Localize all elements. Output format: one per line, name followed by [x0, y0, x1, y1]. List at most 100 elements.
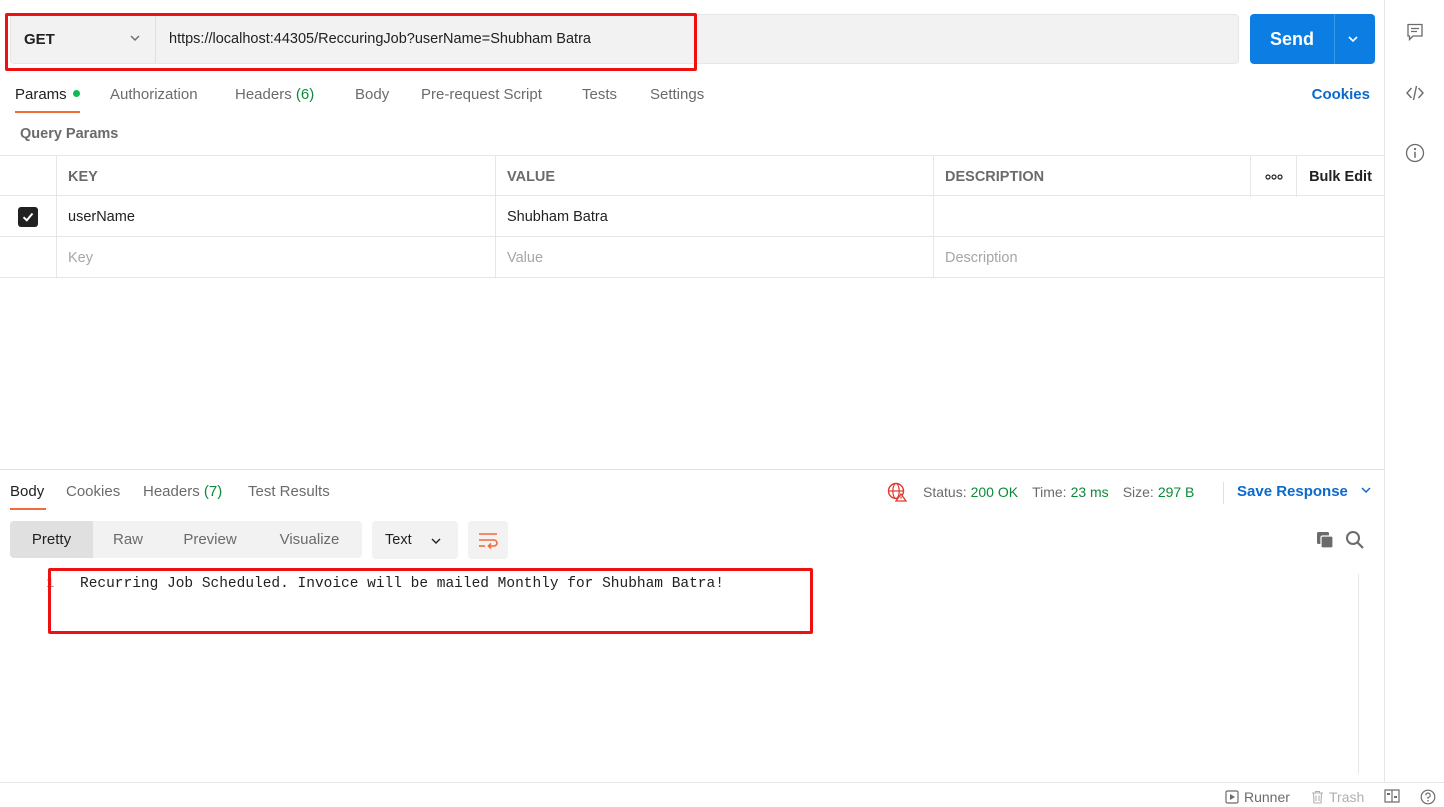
format-visualize[interactable]: Visualize [257, 521, 362, 558]
runner-button[interactable]: Runner [1225, 789, 1290, 805]
vertical-scrollbar[interactable] [1358, 574, 1376, 774]
url-bar: GET https://localhost:44305/ReccuringJob… [10, 14, 1239, 64]
param-key-field[interactable]: userName [56, 196, 495, 237]
tab-label: Pre-request Script [421, 86, 542, 103]
size-value[interactable]: 297 B [1158, 484, 1195, 500]
response-tab-test-results[interactable]: Test Results [248, 483, 330, 500]
time-label: Time: [1032, 484, 1067, 500]
active-tab-underline [15, 111, 80, 113]
response-tab-headers[interactable]: Headers (7) [143, 483, 222, 500]
code-icon[interactable] [1405, 83, 1425, 103]
globe-warning-icon[interactable] [887, 482, 907, 502]
tab-body[interactable]: Body [355, 86, 389, 103]
send-divider [1334, 14, 1335, 64]
two-pane-view-icon[interactable] [1384, 789, 1405, 803]
format-pretty[interactable]: Pretty [10, 521, 93, 558]
tab-params[interactable]: Params [15, 86, 80, 103]
language-label: Text [385, 532, 412, 548]
query-params-table: KEY VALUE DESCRIPTION Bulk Edit userName… [0, 155, 1384, 278]
line-number: 1 [46, 576, 55, 592]
meta-divider [1223, 482, 1224, 504]
wrap-lines-icon [479, 533, 498, 549]
language-select[interactable]: Text [372, 521, 458, 559]
chevron-down-icon[interactable] [1346, 32, 1360, 46]
param-value-field[interactable]: Shubham Batra [495, 196, 933, 237]
save-response-button[interactable]: Save Response [1237, 483, 1372, 500]
chevron-down-icon [1361, 487, 1371, 494]
description-input[interactable]: Description [933, 237, 1384, 278]
response-body-text[interactable]: Recurring Job Scheduled. Invoice will be… [80, 576, 724, 592]
value-input[interactable]: Value [495, 237, 933, 278]
status-label: Status: [923, 484, 967, 500]
size-label: Size: [1122, 484, 1154, 500]
method-label: GET [24, 30, 55, 48]
play-square-icon [1225, 790, 1239, 804]
search-icon[interactable] [1344, 529, 1366, 551]
tab-label: Body [355, 86, 390, 103]
checkmark-icon [22, 212, 34, 222]
status-bar: Runner Trash [0, 782, 1444, 807]
response-tab-body[interactable]: Body [10, 483, 44, 500]
tab-settings[interactable]: Settings [650, 86, 704, 103]
info-icon[interactable] [1405, 143, 1425, 163]
param-description-field[interactable] [933, 196, 1384, 237]
tab-pre-request-script[interactable]: Pre-request Script [421, 86, 542, 103]
tab-tests[interactable]: Tests [582, 86, 617, 103]
request-tabs: Params Authorization Headers (6) Body Pr… [0, 78, 1384, 118]
tab-authorization[interactable]: Authorization [110, 86, 198, 103]
response-tabs: Body Cookies Headers (7) Test Results St… [0, 470, 1384, 512]
tab-label: Authorization [110, 86, 198, 103]
comments-icon[interactable] [1405, 22, 1425, 42]
right-sidebar [1384, 0, 1444, 782]
tab-label: Params [15, 86, 67, 103]
trash-icon [1312, 790, 1323, 804]
trash-button[interactable]: Trash [1311, 789, 1364, 805]
tab-headers[interactable]: Headers (6) [235, 86, 314, 103]
tab-label: Headers [235, 86, 292, 103]
response-tab-cookies[interactable]: Cookies [66, 483, 120, 500]
params-indicator-dot [72, 90, 80, 97]
bulk-edit-button[interactable]: Bulk Edit [1296, 156, 1384, 197]
more-options-button[interactable] [1250, 156, 1296, 197]
tab-label: Settings [650, 86, 705, 103]
header-value: VALUE [495, 156, 933, 197]
header-description: DESCRIPTION [933, 156, 1250, 197]
send-label: Send [1269, 28, 1314, 49]
format-selector: Pretty Raw Preview Visualize [10, 521, 362, 558]
save-response-label: Save Response [1237, 483, 1348, 500]
active-tab-underline [10, 508, 46, 510]
format-preview[interactable]: Preview [163, 521, 257, 558]
send-button[interactable]: Send [1250, 14, 1375, 64]
status-value[interactable]: 200 OK [971, 484, 1018, 500]
response-meta: Status: 200 OK Time: 23 ms Size: 297 B [887, 482, 1208, 502]
format-raw[interactable]: Raw [93, 521, 163, 558]
tab-label: Tests [582, 86, 618, 103]
help-icon[interactable] [1420, 789, 1441, 805]
cookies-link[interactable]: Cookies [1312, 86, 1370, 103]
header-check-cell [0, 156, 56, 197]
table-header-row: KEY VALUE DESCRIPTION Bulk Edit [0, 155, 1384, 197]
row-checkbox-cell [0, 196, 56, 237]
trash-label: Trash [1329, 789, 1365, 805]
row-checkbox-cell [0, 237, 56, 278]
copy-icon[interactable] [1314, 529, 1336, 551]
tab-label: Headers [143, 483, 200, 500]
chevron-down-icon [130, 35, 140, 41]
query-params-title: Query Params [20, 126, 119, 142]
url-input[interactable]: https://localhost:44305/ReccuringJob?use… [169, 15, 591, 63]
tab-count: (6) [295, 86, 315, 103]
table-row-empty: Key Value Description [0, 237, 1384, 278]
row-checkbox[interactable] [18, 206, 38, 227]
wrap-lines-button[interactable] [468, 521, 508, 559]
runner-label: Runner [1244, 789, 1290, 805]
table-row: userName Shubham Batra [0, 196, 1384, 237]
chevron-down-icon [431, 538, 441, 544]
header-key: KEY [56, 156, 495, 197]
method-select[interactable]: GET [11, 15, 156, 63]
more-horizontal-icon [1264, 173, 1283, 180]
time-value[interactable]: 23 ms [1071, 484, 1109, 500]
response-body-viewer[interactable]: 1 Recurring Job Scheduled. Invoice will … [0, 572, 1384, 777]
key-input[interactable]: Key [56, 237, 495, 278]
tab-count: (7) [203, 483, 223, 500]
request-workspace: GET https://localhost:44305/ReccuringJob… [0, 0, 1384, 782]
